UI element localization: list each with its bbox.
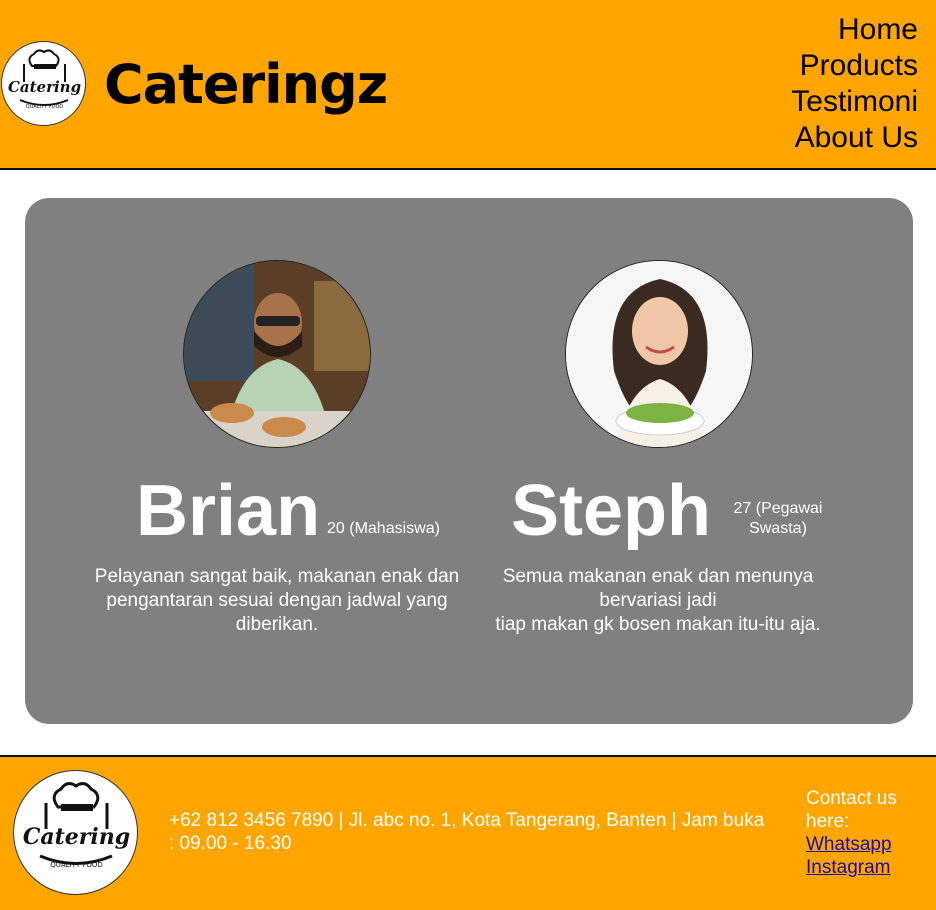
nav-about-us[interactable]: About Us <box>791 120 918 156</box>
catering-logo[interactable]: Catering QUALITY FOOD <box>1 41 86 126</box>
logo-text: Catering <box>23 824 130 850</box>
nav-products[interactable]: Products <box>791 48 918 84</box>
site-footer: Catering QUALITY FOOD +62 812 3456 7890 … <box>0 755 936 910</box>
steph-photo <box>565 260 753 448</box>
whatsapp-link[interactable]: Whatsapp <box>806 833 926 856</box>
quote-line: Pelayanan sangat baik, makanan enak dan <box>94 566 460 587</box>
testimonial-meta-steph: 27 (Pegawai Swasta) <box>733 500 823 537</box>
testimonial-name-brian: Brian <box>136 471 321 551</box>
contact-block: Contact us here: Whatsapp Instagram <box>806 787 926 879</box>
main-nav: Home Products Testimoni About Us <box>791 12 918 156</box>
brand-name: Cateringz <box>104 53 388 116</box>
quote-line: Semua makanan enak dan menunya bervarias… <box>502 566 814 611</box>
testimonial-card: Brian 20 (Mahasiswa) Steph 27 (Pegawai S… <box>25 198 913 724</box>
footer-catering-logo: Catering QUALITY FOOD <box>13 770 138 895</box>
logo-subtext: QUALITY FOOD <box>26 104 64 110</box>
quote-line: pengantaran sesuai dengan jadwal yang di… <box>106 590 448 635</box>
chef-hat-icon: Catering QUALITY FOOD <box>8 49 81 110</box>
quote-line: tiap makan gk bosen makan itu-itu aja. <box>495 614 821 635</box>
footer-contact-info: +62 812 3456 7890 | Jl. abc no. 1, Kota … <box>169 810 765 854</box>
chef-hat-icon: Catering QUALITY FOOD <box>23 782 130 869</box>
testimonial-name-steph: Steph <box>511 471 712 551</box>
testimonial-quote-brian: Pelayanan sangat baik, makanan enak dan … <box>85 565 469 637</box>
logo-subtext: QUALITY FOOD <box>50 861 103 869</box>
nav-home[interactable]: Home <box>791 12 918 48</box>
logo-text: Catering <box>8 78 81 96</box>
testimonial-quote-steph: Semua makanan enak dan menunya bervarias… <box>475 565 841 637</box>
brian-photo <box>183 260 371 448</box>
nav-testimoni[interactable]: Testimoni <box>791 84 918 120</box>
contact-label: Contact us here: <box>806 788 897 832</box>
instagram-link[interactable]: Instagram <box>806 856 926 879</box>
testimonial-meta-brian: 20 (Mahasiswa) <box>327 520 440 537</box>
site-header: Catering QUALITY FOOD Cateringz Home Pro… <box>0 0 936 170</box>
